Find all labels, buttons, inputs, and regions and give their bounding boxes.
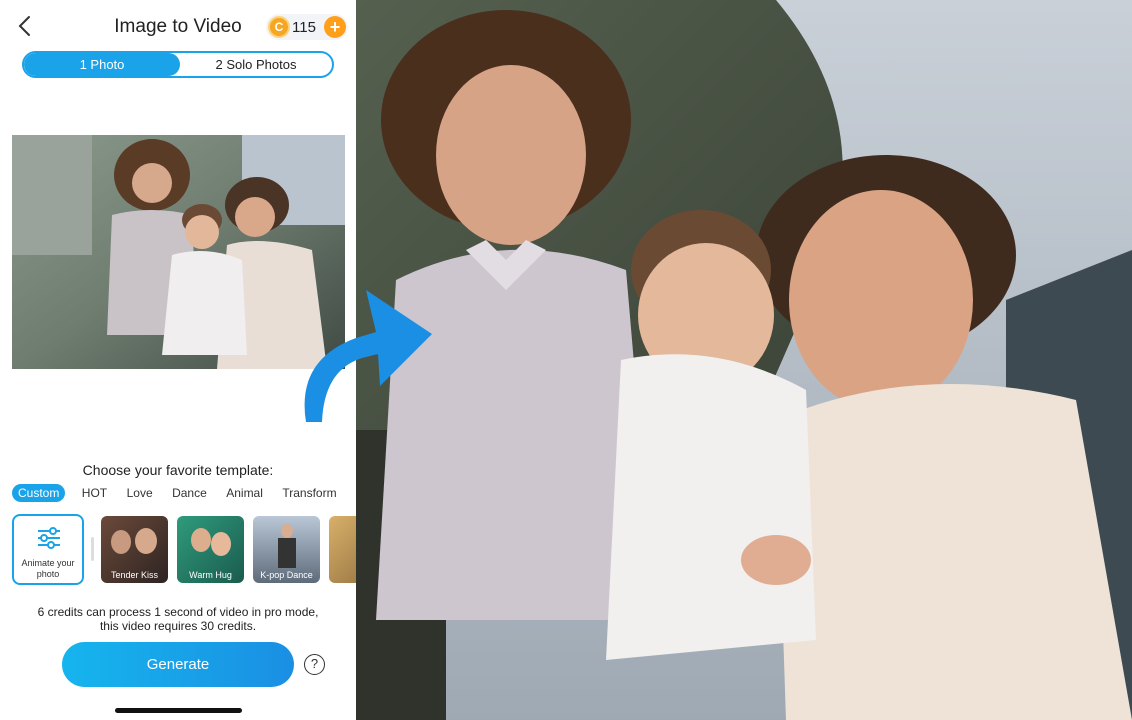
- template-heading: Choose your favorite template:: [82, 462, 274, 478]
- credit-count: 115: [292, 19, 316, 36]
- custom-tile-label: Animate your photo: [21, 558, 75, 579]
- credits-badge[interactable]: C 115 +: [266, 14, 348, 40]
- mode-switch: 1 Photo 2 Solo Photos: [22, 51, 334, 78]
- template-animate-your-photo[interactable]: Animate your photo: [12, 514, 84, 585]
- sliders-icon: [38, 527, 60, 549]
- template-ele[interactable]: Ele: [329, 516, 356, 583]
- phone-app-panel: Image to Video C 115 + 1 Photo 2 Solo Ph…: [0, 0, 356, 720]
- category-custom[interactable]: Custom: [12, 484, 66, 502]
- credit-info-note: 6 credits can process 1 second of video …: [37, 605, 319, 633]
- plus-icon[interactable]: +: [324, 16, 346, 38]
- top-bar: Image to Video C 115 +: [0, 0, 356, 52]
- category-transform[interactable]: Transform: [282, 484, 336, 502]
- mode-1-photo[interactable]: 1 Photo: [24, 53, 180, 76]
- mode-2-solo-photos[interactable]: 2 Solo Photos: [180, 53, 332, 76]
- generate-button[interactable]: Generate: [62, 642, 294, 687]
- template-kpop-dance[interactable]: K-pop Dance: [253, 516, 320, 583]
- category-animal[interactable]: Animal: [226, 484, 263, 502]
- template-tender-kiss[interactable]: Tender Kiss: [101, 516, 168, 583]
- template-tiles: Animate your photo Tender Kiss Warm Hug …: [11, 513, 356, 587]
- coin-icon: C: [268, 16, 290, 38]
- result-photo: [356, 0, 1132, 720]
- tile-label: K-pop Dance: [260, 570, 313, 580]
- template-warm-hug[interactable]: Warm Hug: [177, 516, 244, 583]
- tile-label: Tender Kiss: [110, 570, 159, 580]
- help-icon[interactable]: ?: [304, 654, 325, 675]
- home-indicator: [115, 708, 242, 713]
- uploaded-photo-preview[interactable]: [12, 135, 345, 369]
- template-categories: Custom HOT Love Dance Animal Transform: [12, 484, 356, 504]
- category-hot[interactable]: HOT: [82, 484, 107, 502]
- category-love[interactable]: Love: [127, 484, 153, 502]
- tile-label: Ele: [329, 570, 357, 580]
- category-dance[interactable]: Dance: [172, 484, 207, 502]
- tile-label: Warm Hug: [189, 570, 232, 580]
- tile-divider: [91, 537, 94, 561]
